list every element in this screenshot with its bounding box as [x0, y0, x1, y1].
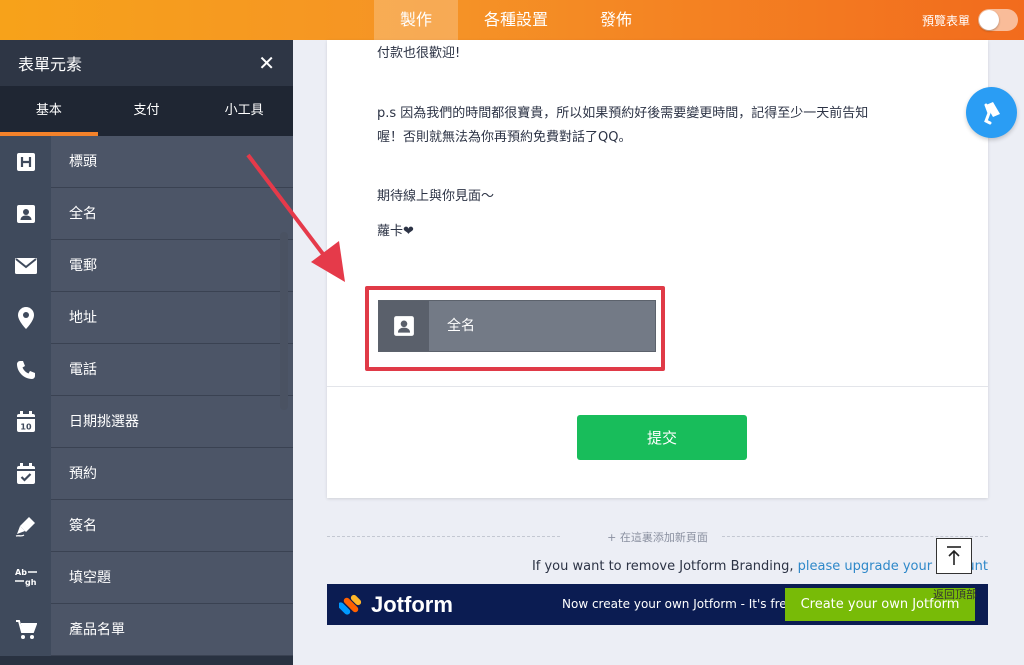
- sidebar-title: 表單元素: [18, 55, 83, 74]
- phone-icon: [0, 344, 51, 396]
- sidebar-tab-basic[interactable]: 基本: [0, 86, 98, 136]
- sidebar-element-list: 標頭 全名 電郵 地址 電話 10 日期挑選器 預約 簽名 Ab gh 填空題 …: [0, 136, 293, 656]
- dashed-line: [722, 536, 988, 537]
- contact-card-icon: [379, 301, 429, 351]
- top-bar: 製作 各種設置 發佈 預覽表單: [0, 0, 1024, 40]
- sidebar-item-label: 電話: [51, 344, 293, 395]
- paint-roller-icon: [983, 101, 1000, 124]
- sidebar-item-label: 填空題: [51, 552, 293, 603]
- tab-build[interactable]: 製作: [374, 0, 459, 40]
- close-icon[interactable]: ✕: [258, 51, 275, 75]
- svg-text:Ab: Ab: [15, 568, 27, 577]
- back-to-top-label: 返回頂部: [933, 588, 977, 601]
- sidebar-item-label: 全名: [51, 188, 293, 239]
- contact-card-icon: [0, 188, 51, 240]
- sidebar-scrollbar[interactable]: [280, 232, 288, 410]
- sidebar-item-signature[interactable]: 簽名: [0, 500, 293, 552]
- arrow-up-icon: [947, 546, 961, 565]
- jotform-logo-icon: [339, 594, 362, 615]
- sidebar-item-email[interactable]: 電郵: [0, 240, 293, 292]
- form-text-line: 期待線上與你見面～: [377, 189, 495, 204]
- add-new-page[interactable]: + 在這裏添加新頁面: [327, 526, 988, 546]
- sidebar-item-label: 簽名: [51, 500, 293, 551]
- jotform-footer-banner: Jotform Now create your own Jotform - It…: [327, 584, 988, 625]
- sidebar-tab-widgets[interactable]: 小工具: [195, 86, 293, 136]
- tab-publish[interactable]: 發佈: [574, 0, 658, 40]
- form-card: 付款也很歡迎! p.s 因為我們的時間都很寶貴，所以如果預約好後需要變更時間，記…: [327, 40, 988, 498]
- highlight-box: 全名: [365, 286, 665, 371]
- sidebar-item-date-picker[interactable]: 10 日期挑選器: [0, 396, 293, 448]
- sidebar-tabs: 基本 支付 小工具: [0, 86, 293, 136]
- dropped-field-label: 全名: [447, 318, 475, 334]
- dashed-line: [327, 536, 560, 537]
- sidebar-item-product-list[interactable]: 產品名單: [0, 604, 293, 656]
- svg-text:gh: gh: [25, 578, 37, 587]
- sidebar-item-label: 地址: [51, 292, 293, 343]
- form-text-line: 付款也很歡迎!: [377, 46, 461, 61]
- calendar-icon: 10: [0, 396, 51, 448]
- form-text-line: p.s 因為我們的時間都很寶貴，所以如果預約好後需要變更時間，記得至少一天前告知: [377, 106, 869, 121]
- sidebar-item-phone[interactable]: 電話: [0, 344, 293, 396]
- calendar-check-icon: [0, 448, 51, 500]
- branding-notice: If you want to remove Jotform Branding, …: [327, 559, 988, 574]
- sidebar-item-label: 電郵: [51, 240, 293, 291]
- submit-button[interactable]: 提交: [577, 415, 747, 460]
- add-new-page-label[interactable]: + 在這裏添加新頁面: [607, 529, 708, 545]
- preview-form-label: 預覽表單: [921, 13, 970, 28]
- divider: [327, 386, 988, 387]
- sidebar-tab-payment[interactable]: 支付: [98, 86, 196, 136]
- preview-toggle[interactable]: [978, 9, 1018, 31]
- branding-text: If you want to remove Jotform Branding,: [531, 559, 798, 574]
- sidebar-item-address[interactable]: 地址: [0, 292, 293, 344]
- sidebar-item-fill-in-blank[interactable]: Ab gh 填空題: [0, 552, 293, 604]
- sidebar-item-heading[interactable]: 標頭: [0, 136, 293, 188]
- form-designer-button[interactable]: [966, 87, 1017, 138]
- back-to-top-button[interactable]: [936, 538, 972, 574]
- heading-icon: [0, 136, 51, 188]
- sidebar-header: 表單元素 ✕: [0, 40, 293, 86]
- form-text-line: 喔！否則就無法為你再預約免費對話了QQ。: [377, 130, 632, 145]
- sidebar-item-label: 標頭: [51, 136, 293, 187]
- preview-form-control: 預覽表單: [922, 0, 1018, 40]
- pen-icon: [0, 500, 51, 552]
- footer-message: Now create your own Jotform - It's free!: [562, 597, 799, 611]
- svg-text:10: 10: [20, 423, 32, 432]
- tab-settings[interactable]: 各種設置: [458, 0, 574, 40]
- cart-icon: [0, 604, 51, 656]
- sidebar-item-label: 預約: [51, 448, 293, 499]
- form-text-line: 蘿卡❤: [377, 224, 414, 239]
- sidebar-item-full-name[interactable]: 全名: [0, 188, 293, 240]
- sidebar-item-appointment[interactable]: 預約: [0, 448, 293, 500]
- jotform-logo[interactable]: Jotform: [339, 592, 453, 618]
- form-elements-sidebar: 表單元素 ✕ 基本 支付 小工具 標頭 全名 電郵 地址 電話 10 日期挑選器…: [0, 40, 293, 665]
- toggle-knob: [979, 10, 999, 30]
- sidebar-item-label: 產品名單: [51, 604, 293, 655]
- fill-blank-icon: Ab gh: [0, 552, 51, 604]
- top-nav: 製作 各種設置 發佈: [374, 0, 658, 40]
- sidebar-item-label: 日期挑選器: [51, 396, 293, 447]
- map-pin-icon: [0, 292, 51, 344]
- jotform-logo-text: Jotform: [371, 592, 453, 617]
- form-canvas: 付款也很歡迎! p.s 因為我們的時間都很寶貴，所以如果預約好後需要變更時間，記…: [293, 40, 1024, 665]
- envelope-icon: [0, 240, 51, 292]
- dropped-full-name-field[interactable]: 全名: [378, 300, 656, 352]
